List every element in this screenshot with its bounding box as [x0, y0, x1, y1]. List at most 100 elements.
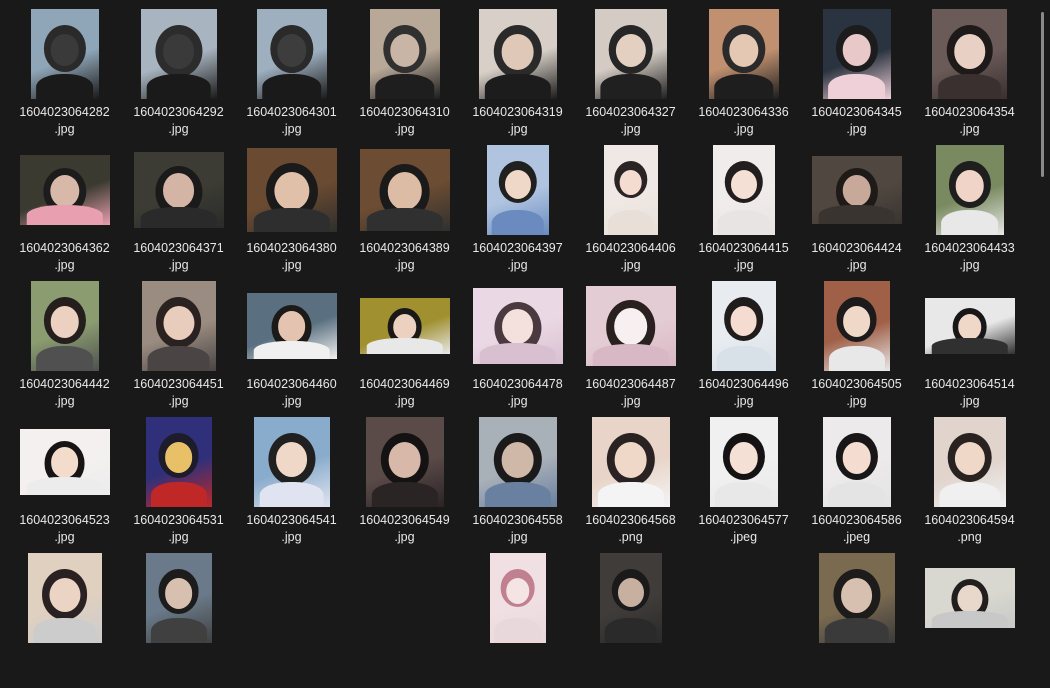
- file-item[interactable]: 1604023064292 .jpg: [122, 8, 235, 144]
- file-item[interactable]: 1604023064415 .jpg: [687, 144, 800, 280]
- image-thumbnail: [141, 281, 216, 371]
- file-name: 1604023064319 .jpg: [461, 104, 574, 138]
- thumbnail-frame: [348, 552, 461, 644]
- file-item[interactable]: 1604023064451 .jpg: [122, 280, 235, 416]
- file-item[interactable]: [122, 552, 235, 688]
- file-item[interactable]: 1604023064577 .jpeg: [687, 416, 800, 552]
- file-item[interactable]: 1604023064371 .jpg: [122, 144, 235, 280]
- thumbnail-frame: [348, 416, 461, 508]
- file-name: 1604023064568 .png: [574, 512, 687, 546]
- file-item[interactable]: 1604023064558 .jpg: [461, 416, 574, 552]
- file-name: 1604023064523 .jpg: [8, 512, 121, 546]
- file-item[interactable]: [574, 552, 687, 688]
- file-item[interactable]: 1604023064362 .jpg: [8, 144, 121, 280]
- file-item[interactable]: 1604023064505 .jpg: [800, 280, 913, 416]
- file-name-base: 1604023064577: [698, 513, 789, 527]
- file-extension: .jpg: [846, 394, 867, 408]
- scrollbar-thumb[interactable]: [1041, 12, 1044, 177]
- file-item[interactable]: 1604023064389 .jpg: [348, 144, 461, 280]
- image-thumbnail: [359, 149, 450, 231]
- file-item[interactable]: [461, 552, 574, 688]
- image-thumbnail: [935, 145, 1004, 235]
- thumbnail-frame: [574, 552, 687, 644]
- file-item[interactable]: [800, 552, 913, 688]
- image-thumbnail: [478, 417, 557, 507]
- file-item[interactable]: 1604023064380 .jpg: [235, 144, 348, 280]
- file-name-base: 1604023064424: [811, 241, 902, 255]
- file-item[interactable]: 1604023064460 .jpg: [235, 280, 348, 416]
- file-name: 1604023064389 .jpg: [348, 240, 461, 274]
- file-extension: .jpg: [733, 122, 754, 136]
- file-extension: .jpeg: [842, 530, 871, 544]
- thumbnail-frame: [461, 416, 574, 508]
- image-thumbnail: [30, 281, 99, 371]
- file-item[interactable]: 1604023064487 .jpg: [574, 280, 687, 416]
- vertical-scrollbar[interactable]: [1036, 0, 1050, 579]
- file-name-base: 1604023064301: [246, 105, 337, 119]
- file-extension: .jpg: [959, 258, 980, 272]
- file-item[interactable]: 1604023064496 .jpg: [687, 280, 800, 416]
- image-thumbnail: [145, 417, 212, 507]
- file-item[interactable]: 1604023064469 .jpg: [348, 280, 461, 416]
- file-name-base: 1604023064292: [133, 105, 224, 119]
- file-item[interactable]: [913, 552, 1026, 688]
- file-item[interactable]: 1604023064397 .jpg: [461, 144, 574, 280]
- file-item[interactable]: 1604023064568 .png: [574, 416, 687, 552]
- file-extension: .jpg: [620, 122, 641, 136]
- file-extension: .jpg: [168, 530, 189, 544]
- image-thumbnail: [30, 9, 99, 99]
- file-item[interactable]: 1604023064549 .jpg: [348, 416, 461, 552]
- file-item[interactable]: 1604023064442 .jpg: [8, 280, 121, 416]
- file-extension: .jpg: [394, 258, 415, 272]
- file-name: 1604023064354 .jpg: [913, 104, 1026, 138]
- file-extension: .png: [618, 530, 643, 544]
- thumbnail-frame: [574, 416, 687, 508]
- file-name: 1604023064505 .jpg: [800, 376, 913, 410]
- file-item[interactable]: 1604023064301 .jpg: [235, 8, 348, 144]
- file-item[interactable]: [235, 552, 348, 688]
- thumbnail-frame: [8, 8, 121, 100]
- file-item[interactable]: [348, 552, 461, 688]
- file-item[interactable]: 1604023064523 .jpg: [8, 416, 121, 552]
- thumbnail-frame: [122, 552, 235, 644]
- image-thumbnail: [246, 148, 337, 232]
- file-item[interactable]: 1604023064327 .jpg: [574, 8, 687, 144]
- image-thumbnail: [359, 298, 450, 354]
- image-thumbnail: [133, 152, 224, 228]
- file-name: 1604023064397 .jpg: [461, 240, 574, 274]
- file-item[interactable]: 1604023064310 .jpg: [348, 8, 461, 144]
- thumbnail-frame: [800, 144, 913, 236]
- file-item[interactable]: 1604023064594 .png: [913, 416, 1026, 552]
- file-name: 1604023064541 .jpg: [235, 512, 348, 546]
- thumbnail-frame: [687, 416, 800, 508]
- file-item[interactable]: 1604023064541 .jpg: [235, 416, 348, 552]
- file-item[interactable]: [687, 552, 800, 688]
- file-name-base: 1604023064282: [19, 105, 110, 119]
- file-item[interactable]: 1604023064345 .jpg: [800, 8, 913, 144]
- file-item[interactable]: [8, 552, 121, 688]
- file-extension: .jpg: [168, 122, 189, 136]
- file-item[interactable]: 1604023064478 .jpg: [461, 280, 574, 416]
- thumbnail-frame: [348, 8, 461, 100]
- file-item[interactable]: 1604023064433 .jpg: [913, 144, 1026, 280]
- thumbnail-frame: [687, 8, 800, 100]
- file-extension: .jpg: [733, 394, 754, 408]
- file-item[interactable]: 1604023064531 .jpg: [122, 416, 235, 552]
- file-name: 1604023064496 .jpg: [687, 376, 800, 410]
- file-item[interactable]: 1604023064319 .jpg: [461, 8, 574, 144]
- image-thumbnail: [256, 9, 327, 99]
- file-item[interactable]: 1604023064354 .jpg: [913, 8, 1026, 144]
- file-item[interactable]: 1604023064514 .jpg: [913, 280, 1026, 416]
- file-item[interactable]: 1604023064336 .jpg: [687, 8, 800, 144]
- file-name: 1604023064514 .jpg: [913, 376, 1026, 410]
- file-name: 1604023064451 .jpg: [122, 376, 235, 410]
- file-name: 1604023064371 .jpg: [122, 240, 235, 274]
- image-thumbnail: [823, 281, 890, 371]
- thumbnail-frame: [461, 280, 574, 372]
- file-item[interactable]: 1604023064424 .jpg: [800, 144, 913, 280]
- file-item[interactable]: 1604023064586 .jpeg: [800, 416, 913, 552]
- file-item[interactable]: 1604023064406 .jpg: [574, 144, 687, 280]
- file-extension: .jpg: [507, 258, 528, 272]
- file-item[interactable]: 1604023064282 .jpg: [8, 8, 121, 144]
- thumbnail-frame: [8, 144, 121, 236]
